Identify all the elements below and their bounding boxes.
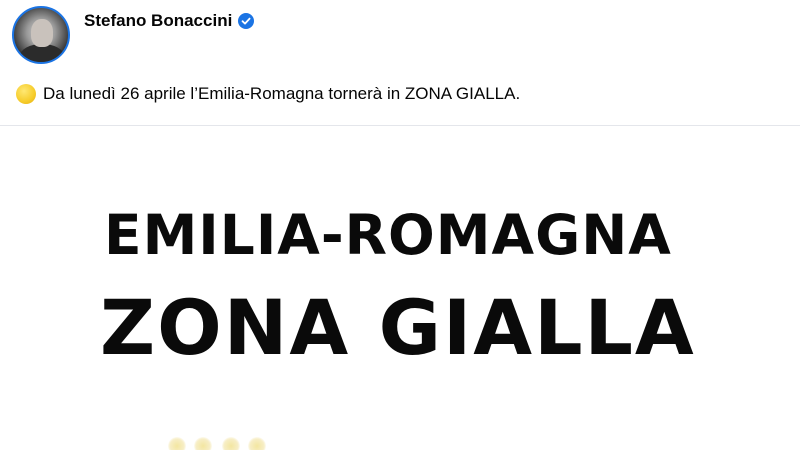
author-avatar[interactable] bbox=[12, 6, 70, 64]
yellow-circle-emoji-icon bbox=[16, 84, 36, 104]
post-image[interactable]: EMILIA-ROMAGNA ZONA GIALLA bbox=[0, 126, 800, 450]
star-glow-icon bbox=[194, 437, 212, 450]
star-glow-icon bbox=[222, 437, 240, 450]
avatar-shoulders bbox=[20, 44, 64, 62]
image-headline-zone: ZONA GIALLA bbox=[100, 283, 696, 372]
author-name[interactable]: Stefano Bonaccini bbox=[84, 11, 232, 31]
star-glow-icon bbox=[248, 437, 266, 450]
image-headline-region: EMILIA-ROMAGNA bbox=[104, 203, 672, 267]
author-row: Stefano Bonaccini bbox=[84, 11, 255, 31]
post-message: Da lunedì 26 aprile l’Emilia-Romagna tor… bbox=[16, 84, 520, 104]
star-glow-icon bbox=[168, 437, 186, 450]
verified-check-icon bbox=[238, 13, 255, 29]
post-message-text: Da lunedì 26 aprile l’Emilia-Romagna tor… bbox=[43, 84, 521, 103]
avatar-face bbox=[31, 19, 53, 47]
post-header: Stefano Bonaccini bbox=[12, 6, 255, 70]
stars-decoration bbox=[160, 431, 280, 450]
